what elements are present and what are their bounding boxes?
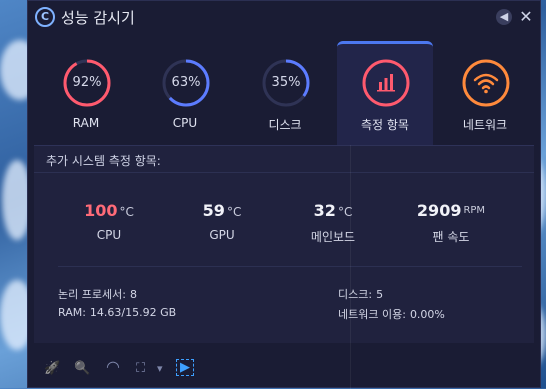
- motherboard-temp-value: 32: [313, 201, 336, 220]
- close-button[interactable]: ✕: [518, 9, 534, 25]
- network-usage-label: 네트워크 이용:: [338, 308, 406, 321]
- tab-metrics-label: 측정 항목: [361, 118, 409, 132]
- gpu-temp-value: 59: [202, 201, 225, 220]
- section-title: 추가 시스템 측정 항목:: [46, 154, 161, 168]
- cpu-temp-label: CPU: [96, 228, 122, 242]
- app-logo-icon: C: [35, 7, 55, 27]
- title-bar[interactable]: C 성능 감시기 ◀ ✕: [28, 1, 540, 35]
- bottom-toolbar: 🚀 🔍 ◠ ⛶ ▾ ▶: [28, 351, 540, 387]
- wifi-icon: [462, 59, 510, 107]
- section-divider: [34, 172, 534, 173]
- fan-speed-label: 팬 속도: [432, 230, 470, 244]
- network-usage-value: 0.00%: [409, 308, 445, 321]
- cpu-temp-value: 100: [84, 201, 118, 220]
- gpu-temp-unit: °C: [226, 205, 242, 219]
- performance-monitor-window: C 성능 감시기 ◀ ✕ 92% RAM 63% CPU 35% 디스크 측정 …: [27, 0, 541, 389]
- tab-network-label: 네트워크: [462, 118, 508, 132]
- network-usage-info: 네트워크 이용: 0.00%: [338, 306, 445, 322]
- disks-info-value: 5: [376, 288, 384, 301]
- gpu-temp-label: GPU: [209, 228, 235, 242]
- motherboard-temp-label: 메인보드: [310, 230, 356, 244]
- fan-speed-value: 2909: [416, 201, 462, 220]
- search-icon[interactable]: 🔍: [74, 361, 90, 376]
- tab-disk[interactable]: 35% 디스크: [237, 41, 333, 145]
- tab-ram[interactable]: 92% RAM: [38, 41, 134, 145]
- cpu-temp-unit: °C: [119, 205, 134, 219]
- metric-fan-speed: 2909 RPM 팬 속도: [396, 201, 506, 245]
- disks-info: 디스크: 5: [338, 286, 383, 302]
- tab-network[interactable]: 네트워크: [437, 41, 533, 145]
- bar-chart-icon: [362, 59, 410, 107]
- chevron-down-icon[interactable]: ▾: [157, 362, 163, 375]
- tab-disk-label: 디스크: [268, 118, 302, 132]
- camera-icon[interactable]: ▶: [176, 359, 194, 376]
- fan-speed-unit: RPM: [463, 205, 486, 216]
- tab-cpu[interactable]: 63% CPU: [137, 41, 233, 145]
- metric-motherboard-temp: 32 °C 메인보드: [278, 201, 388, 245]
- crop-icon[interactable]: ⛶: [136, 361, 145, 376]
- rocket-icon[interactable]: 🚀: [44, 361, 60, 376]
- info-divider: [58, 266, 522, 267]
- ram-info-label: RAM:: [58, 306, 86, 319]
- back-button[interactable]: ◀: [496, 9, 512, 25]
- tab-metrics[interactable]: 측정 항목: [337, 41, 433, 145]
- speedometer-icon[interactable]: ◠: [106, 357, 120, 376]
- metric-gpu-temp: 59 °C GPU: [167, 201, 277, 242]
- cpu-usage-value: 63%: [171, 75, 201, 90]
- logical-processors-info: 논리 프로세서: 8: [58, 286, 137, 302]
- window-title: 성능 감시기: [61, 9, 135, 27]
- logical-processors-value: 8: [129, 288, 137, 301]
- ram-info: RAM: 14.63/15.92 GB: [58, 306, 176, 319]
- ram-usage-value: 92%: [72, 75, 102, 90]
- tab-bar: 92% RAM 63% CPU 35% 디스크 측정 항목 네트워크: [28, 41, 540, 145]
- metrics-panel: 추가 시스템 측정 항목: 100 °C CPU 59 °C GPU 32 °C 메인…: [34, 145, 534, 343]
- disk-usage-value: 35%: [271, 75, 301, 90]
- ram-info-value: 14.63/15.92 GB: [89, 306, 177, 319]
- tab-ram-label: RAM: [72, 116, 100, 130]
- metric-cpu-temp: 100 °C CPU: [54, 201, 164, 242]
- logical-processors-label: 논리 프로세서:: [58, 288, 126, 301]
- tab-cpu-label: CPU: [172, 116, 198, 130]
- disks-info-label: 디스크:: [338, 288, 373, 301]
